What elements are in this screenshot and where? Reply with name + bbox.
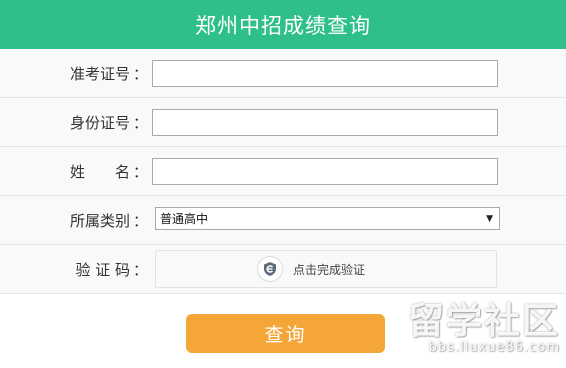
watermark-url-text: bbs.liuxue86.com (428, 340, 560, 355)
dropdown-arrow-icon: ▼ (486, 213, 493, 224)
field-label: 验 证 码： (0, 245, 150, 293)
label-colon: ： (132, 64, 148, 83)
id-number-input[interactable] (152, 109, 498, 136)
form-footer: 查询 留学社区 bbs.liuxue86.com (0, 294, 566, 361)
form-row-exam-number: 准考证号： (0, 49, 566, 98)
label-colon: ： (132, 113, 148, 132)
field-label: 所属类别： (0, 196, 150, 244)
captcha-label: 点击完成验证 (292, 262, 365, 277)
category-select[interactable]: 普通高中 ▼ (155, 207, 500, 230)
label-colon: ： (132, 162, 148, 181)
watermark-logo: 留学社区 bbs.liuxue86.com (408, 303, 560, 355)
form-row-name: 姓 名： (0, 147, 566, 196)
form-row-id-number: 身份证号： (0, 98, 566, 147)
label-text: 验 证 码 (75, 260, 130, 279)
watermark-main-text: 留学社区 (407, 301, 560, 342)
field-label: 准考证号： (0, 49, 150, 97)
label-colon: ： (132, 260, 148, 279)
category-selected-value: 普通高中 (160, 212, 209, 226)
name-input[interactable] (152, 158, 498, 185)
query-button[interactable]: 查询 (186, 314, 385, 353)
form-row-category: 所属类别： 普通高中 ▼ (0, 196, 566, 245)
field-label: 姓 名： (0, 147, 150, 195)
label-text: 所属类别 (69, 211, 130, 230)
captcha-shield-icon (256, 256, 283, 282)
form-row-captcha: 验 证 码： 点击完成验证 (0, 245, 566, 294)
label-colon: ： (132, 211, 148, 230)
page-title: 郑州中招成绩查询 (195, 13, 371, 38)
label-text: 姓 名 (69, 162, 130, 181)
label-text: 身份证号 (69, 113, 130, 132)
query-form: 准考证号： 身份证号： 姓 名： 所属类别： 普通高中 ▼ 验 证 码： 点击完… (0, 49, 566, 294)
exam-number-input[interactable] (152, 60, 498, 87)
page-header: 郑州中招成绩查询 (0, 0, 566, 49)
captcha-verify-button[interactable]: 点击完成验证 (155, 250, 497, 288)
label-text: 准考证号 (69, 64, 130, 83)
field-label: 身份证号： (0, 98, 150, 146)
